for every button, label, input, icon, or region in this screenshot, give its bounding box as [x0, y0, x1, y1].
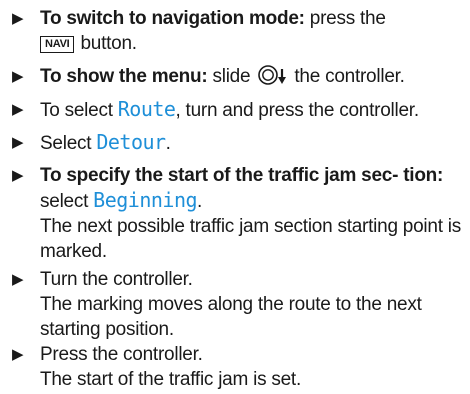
- step-text: Select: [40, 133, 92, 154]
- step-text: .: [197, 191, 203, 212]
- step-text: select: [40, 191, 89, 212]
- bullet-triangle-icon: ▶: [12, 68, 24, 85]
- step-text: To select: [40, 100, 113, 121]
- step-text: .: [165, 133, 171, 154]
- display-item-detour: Detour: [96, 130, 166, 154]
- step-heading: To specify the start of the traffic jam …: [40, 165, 444, 186]
- instruction-page: ▶ To switch to navigation mode: press th…: [0, 0, 470, 394]
- bullet-triangle-icon: ▶: [12, 134, 24, 151]
- step-text: Press the controller.: [40, 344, 203, 365]
- step-text: the controller.: [294, 66, 405, 87]
- display-item-beginning: Beginning: [93, 188, 198, 212]
- step-text: button.: [80, 33, 137, 54]
- step-show-menu: ▶ To show the menu: slide the controller…: [12, 64, 464, 93]
- step-text: press the: [309, 8, 386, 29]
- step-specify-start: ▶ To specify the start of the traffic ja…: [12, 163, 464, 264]
- step-text: slide: [212, 66, 251, 87]
- bullet-triangle-icon: ▶: [12, 346, 24, 363]
- step-turn-controller: ▶ Turn the controller. The marking moves…: [12, 267, 464, 342]
- bullet-triangle-icon: ▶: [12, 10, 24, 27]
- bullet-triangle-icon: ▶: [12, 271, 24, 288]
- step-result: The marking moves along the route to the…: [40, 294, 422, 340]
- bullet-triangle-icon: ▶: [12, 167, 24, 184]
- navi-key-icon: NAVI: [40, 36, 75, 53]
- step-press-controller: ▶ Press the controller. The start of the…: [12, 342, 464, 392]
- step-heading: To switch to navigation mode:: [40, 8, 305, 29]
- step-text: Turn the controller.: [40, 269, 193, 290]
- display-item-route: Route: [117, 97, 176, 121]
- controller-slide-down-icon: [257, 64, 287, 93]
- step-result: The start of the traffic jam is set.: [40, 369, 301, 390]
- step-select-route: ▶ To select Route, turn and press the co…: [12, 97, 464, 123]
- step-text: , turn and press the controller.: [175, 100, 419, 121]
- step-heading: To show the menu:: [40, 66, 208, 87]
- step-result: The next possible traffic jam section st…: [40, 216, 461, 262]
- step-navigation-mode: ▶ To switch to navigation mode: press th…: [12, 6, 464, 56]
- step-select-detour: ▶ Select Detour.: [12, 130, 464, 156]
- bullet-triangle-icon: ▶: [12, 101, 24, 118]
